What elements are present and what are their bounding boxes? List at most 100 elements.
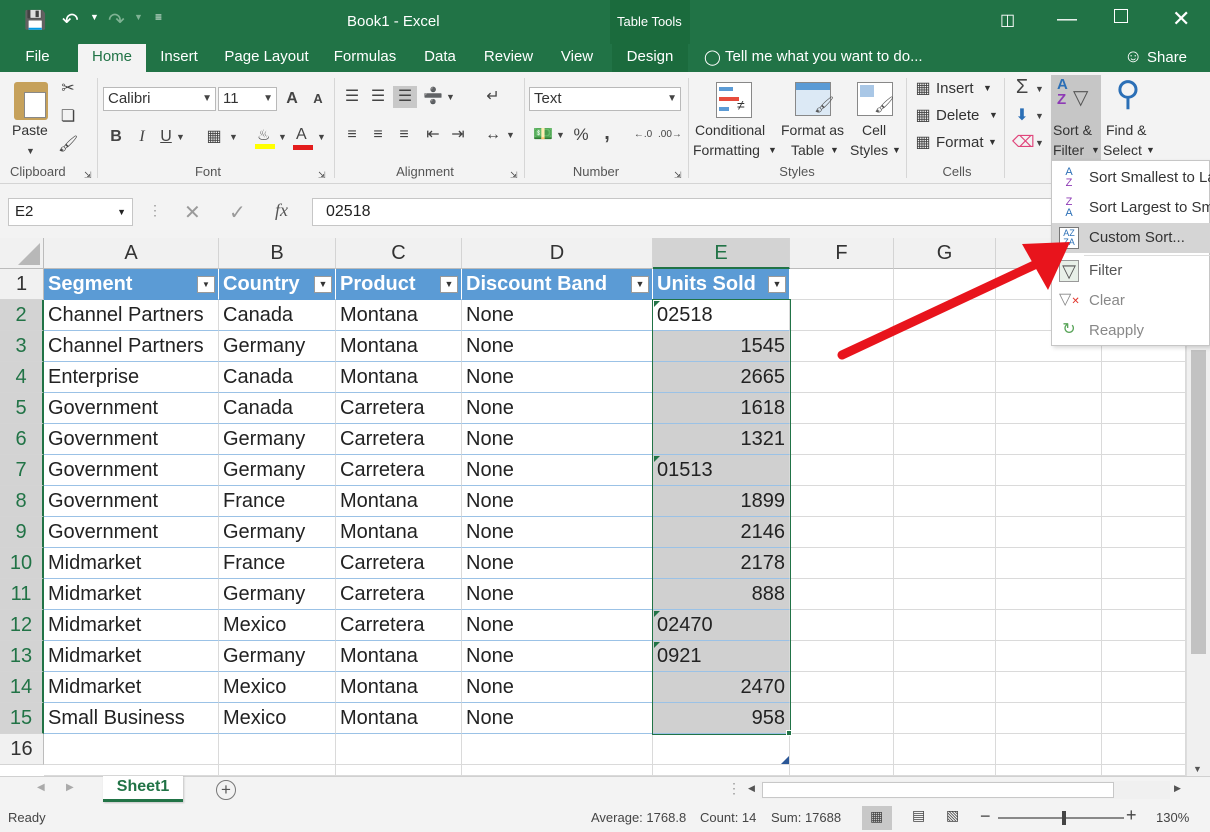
empty-cell[interactable]: [996, 579, 1102, 610]
row-header[interactable]: 6: [0, 424, 44, 455]
table-cell[interactable]: None: [462, 579, 653, 610]
table-cell[interactable]: 01513: [653, 455, 790, 486]
empty-cell[interactable]: [996, 610, 1102, 641]
delete-cells-button[interactable]: Delete: [936, 107, 979, 124]
maximize-icon[interactable]: [1114, 9, 1128, 23]
ribbon-display-options-icon[interactable]: ◫: [1000, 10, 1015, 30]
table-cell[interactable]: Government: [44, 424, 219, 455]
empty-cell[interactable]: [894, 641, 996, 672]
empty-cell[interactable]: [1102, 579, 1186, 610]
insert-cells-icon[interactable]: ▦: [913, 78, 933, 100]
empty-cell[interactable]: [790, 393, 894, 424]
empty-cell[interactable]: [996, 641, 1102, 672]
fill-icon[interactable]: ⬇: [1012, 105, 1032, 127]
customize-qat-icon[interactable]: ≡: [155, 10, 162, 24]
table-cell[interactable]: None: [462, 486, 653, 517]
delete-dropdown-icon[interactable]: ▼: [989, 110, 998, 120]
table-cell[interactable]: 2146: [653, 517, 790, 548]
zoom-in-icon[interactable]: +: [1126, 805, 1137, 826]
insert-dropdown-icon[interactable]: ▼: [983, 83, 992, 93]
empty-cell[interactable]: [1102, 703, 1186, 734]
normal-view-button[interactable]: ▦: [862, 806, 892, 830]
table-cell[interactable]: Germany: [219, 641, 336, 672]
row-header[interactable]: 12: [0, 610, 44, 641]
table-cell[interactable]: Canada: [219, 393, 336, 424]
redo-dropdown-icon[interactable]: ▼: [134, 12, 143, 22]
row-header[interactable]: 10: [0, 548, 44, 579]
column-header-b[interactable]: B: [219, 238, 336, 269]
filter-dropdown-icon[interactable]: ▼: [314, 276, 332, 293]
table-cell[interactable]: Channel Partners: [44, 331, 219, 362]
table-cell[interactable]: Mexico: [219, 703, 336, 734]
column-header-c[interactable]: C: [336, 238, 462, 269]
empty-cell[interactable]: [1102, 486, 1186, 517]
autosum-icon[interactable]: Σ: [1012, 76, 1032, 98]
table-header-cell[interactable]: Segment ▼: [44, 269, 219, 300]
table-cell[interactable]: Germany: [219, 455, 336, 486]
column-header-a[interactable]: A: [44, 238, 219, 269]
empty-cell[interactable]: [1102, 362, 1186, 393]
tab-data[interactable]: Data: [416, 44, 464, 72]
tab-review[interactable]: Review: [477, 44, 540, 72]
align-bottom-icon[interactable]: ☰: [393, 86, 417, 108]
empty-cell[interactable]: [1102, 517, 1186, 548]
paste-icon[interactable]: [14, 82, 48, 120]
empty-cell[interactable]: [996, 455, 1102, 486]
table-cell[interactable]: Channel Partners: [44, 300, 219, 331]
table-cell[interactable]: None: [462, 548, 653, 579]
table-cell[interactable]: Enterprise: [44, 362, 219, 393]
filter-dropdown-icon[interactable]: ▼: [768, 276, 786, 293]
undo-icon[interactable]: ↶: [62, 8, 79, 33]
font-color-icon[interactable]: A: [293, 126, 313, 150]
format-as-table-button-line2[interactable]: Table: [791, 142, 824, 158]
zoom-slider-thumb[interactable]: [1062, 811, 1066, 825]
autosum-dropdown-icon[interactable]: ▼: [1035, 78, 1044, 100]
empty-cell[interactable]: [996, 486, 1102, 517]
table-cell[interactable]: Carretera: [336, 455, 462, 486]
align-middle-icon[interactable]: ☰: [368, 86, 388, 108]
table-cell[interactable]: 0921: [653, 641, 790, 672]
table-cell[interactable]: Government: [44, 486, 219, 517]
cell-styles-dropdown-icon[interactable]: ▼: [892, 145, 901, 155]
empty-cell[interactable]: [894, 610, 996, 641]
page-layout-view-icon[interactable]: ▤: [912, 807, 925, 824]
filter-dropdown-icon[interactable]: ▼: [197, 276, 215, 293]
table-cell[interactable]: Montana: [336, 641, 462, 672]
row-header[interactable]: 2: [0, 300, 44, 331]
table-cell[interactable]: 2665: [653, 362, 790, 393]
table-header-cell[interactable]: Country ▼: [219, 269, 336, 300]
table-cell[interactable]: 1618: [653, 393, 790, 424]
find-select-button-line1[interactable]: Find &: [1106, 122, 1146, 138]
table-cell[interactable]: 02518: [653, 300, 790, 331]
table-header-cell[interactable]: Units Sold ▼: [653, 269, 790, 300]
page-break-view-icon[interactable]: ▧: [946, 807, 959, 824]
row-header[interactable]: 11: [0, 579, 44, 610]
alignment-launcher-icon[interactable]: ⇲: [510, 164, 518, 186]
table-cell[interactable]: Montana: [336, 331, 462, 362]
empty-cell[interactable]: [336, 765, 462, 776]
table-header-cell[interactable]: Product ▼: [336, 269, 462, 300]
table-cell[interactable]: Midmarket: [44, 548, 219, 579]
empty-cell[interactable]: [996, 734, 1102, 765]
table-cell[interactable]: None: [462, 455, 653, 486]
empty-cell[interactable]: [462, 734, 653, 765]
table-cell[interactable]: 1545: [653, 331, 790, 362]
table-cell[interactable]: 2470: [653, 672, 790, 703]
conditional-formatting-button-line1[interactable]: Conditional: [695, 122, 765, 138]
insert-cells-button[interactable]: Insert: [936, 80, 974, 97]
horizontal-scroll-thumb[interactable]: [762, 782, 1114, 798]
borders-dropdown-icon[interactable]: ▼: [229, 126, 238, 148]
table-cell[interactable]: None: [462, 703, 653, 734]
cut-icon[interactable]: ✂: [58, 78, 78, 100]
table-cell[interactable]: Small Business: [44, 703, 219, 734]
paste-dropdown-icon[interactable]: ▼: [26, 140, 35, 162]
drag-handle-icon[interactable]: ⋮: [148, 202, 162, 219]
decrease-indent-icon[interactable]: ⇤: [423, 124, 443, 146]
empty-cell[interactable]: [894, 703, 996, 734]
empty-cell[interactable]: [894, 393, 996, 424]
empty-cell[interactable]: [653, 734, 790, 765]
tab-design[interactable]: Design: [612, 44, 688, 72]
delete-cells-icon[interactable]: ▦: [913, 105, 933, 127]
align-top-icon[interactable]: ☰: [342, 86, 362, 108]
column-header-e[interactable]: E: [653, 238, 790, 269]
